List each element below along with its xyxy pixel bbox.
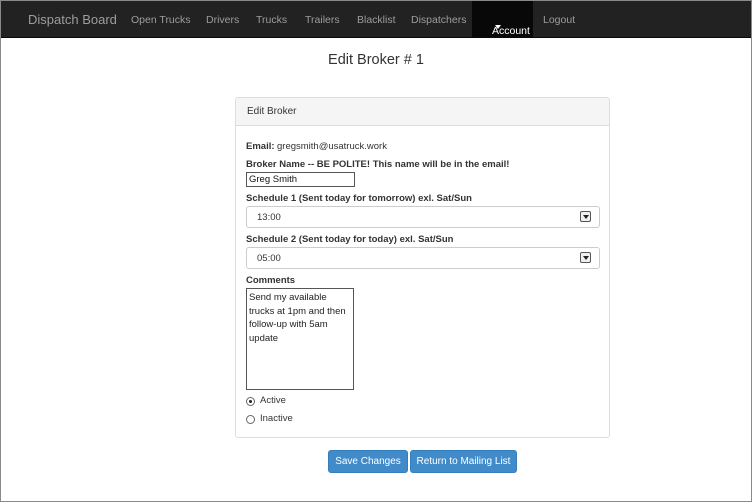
nav-trucks[interactable]: Trucks — [256, 14, 287, 26]
chevron-down-icon — [580, 211, 591, 222]
active-radio[interactable] — [246, 397, 255, 406]
schedule1-value: 13:00 — [257, 212, 281, 223]
brand-link[interactable]: Dispatch Board — [28, 12, 117, 27]
nav-open-trucks[interactable]: Open Trucks — [131, 14, 191, 26]
nav-blacklist[interactable]: Blacklist — [357, 14, 396, 26]
caret-down-icon — [495, 25, 501, 29]
email-label: Email: — [246, 141, 275, 152]
schedule1-label: Schedule 1 (Sent today for tomorrow) exl… — [246, 193, 472, 204]
inactive-radio[interactable] — [246, 415, 255, 424]
active-label: Active — [260, 395, 286, 406]
nav-trailers[interactable]: Trailers — [305, 14, 340, 26]
email-value: gregsmith@usatruck.work — [277, 141, 387, 152]
schedule1-select[interactable]: 13:00 — [246, 206, 600, 228]
chevron-down-icon — [580, 252, 591, 263]
nav-drivers[interactable]: Drivers — [206, 14, 239, 26]
page-title: Edit Broker # 1 — [328, 52, 424, 68]
save-changes-button[interactable]: Save Changes — [328, 450, 408, 473]
broker-name-input[interactable]: Greg Smith — [246, 172, 355, 187]
nav-dispatchers[interactable]: Dispatchers — [411, 14, 466, 26]
comments-textarea[interactable]: Send my available trucks at 1pm and then… — [246, 288, 354, 390]
navbar: Dispatch Board Open Trucks Drivers Truck… — [1, 1, 751, 38]
nav-account-dropdown[interactable]: Account — [472, 1, 533, 37]
nav-logout[interactable]: Logout — [543, 14, 575, 26]
panel-heading: Edit Broker — [236, 98, 609, 126]
inactive-label: Inactive — [260, 413, 293, 424]
schedule2-value: 05:00 — [257, 253, 281, 264]
schedule2-select[interactable]: 05:00 — [246, 247, 600, 269]
schedule2-label: Schedule 2 (Sent today for today) exl. S… — [246, 234, 454, 245]
broker-name-label: Broker Name -- BE POLITE! This name will… — [246, 159, 510, 170]
comments-label: Comments — [246, 275, 296, 286]
return-to-mailing-list-button[interactable]: Return to Mailing List — [410, 450, 517, 473]
panel-heading-text: Edit Broker — [247, 106, 297, 117]
